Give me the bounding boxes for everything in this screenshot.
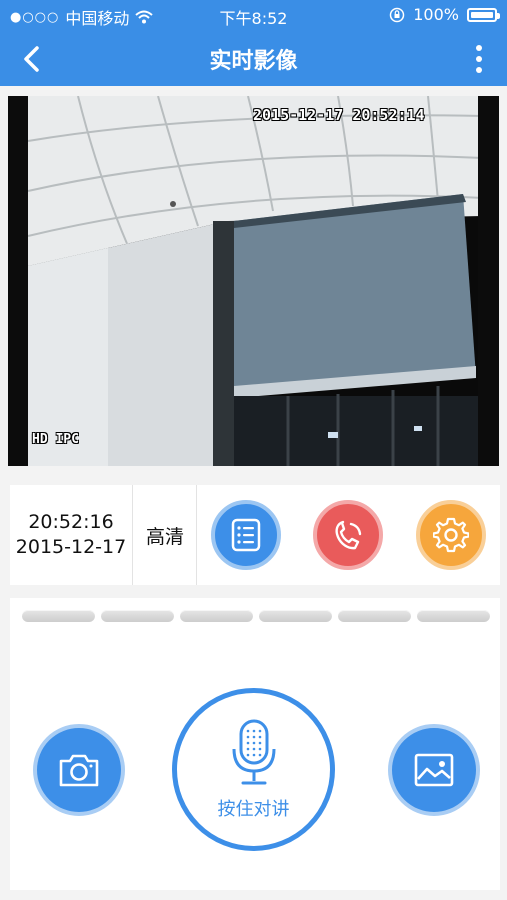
gallery-button[interactable] — [388, 724, 480, 816]
status-right: 100% — [389, 5, 500, 24]
nav-bar: 实时影像 — [0, 30, 507, 86]
camera-icon — [59, 754, 99, 787]
current-date: 2015-12-17 — [15, 536, 127, 558]
control-bar: 20:52:16 2015-12-17 高清 — [10, 485, 500, 585]
talk-panel: 按住对讲 — [10, 598, 500, 890]
channel-tab[interactable] — [22, 610, 95, 622]
page-title: 实时影像 — [209, 49, 298, 74]
video-camera-label: HD IPC — [32, 432, 79, 447]
push-to-talk-button[interactable]: 按住对讲 — [172, 688, 335, 851]
channel-tabs — [22, 610, 490, 622]
call-button[interactable] — [313, 500, 383, 570]
settings-button[interactable] — [416, 500, 486, 570]
record-list-button[interactable] — [211, 500, 281, 570]
list-icon — [231, 518, 261, 552]
battery-percent: 100% — [413, 5, 459, 24]
current-datetime: 20:52:16 2015-12-17 — [10, 485, 132, 585]
image-icon — [414, 753, 454, 787]
divider — [196, 485, 197, 585]
snapshot-button[interactable] — [33, 724, 125, 816]
channel-tab[interactable] — [101, 610, 174, 622]
current-time: 20:52:16 — [28, 511, 114, 533]
gear-icon — [433, 517, 469, 553]
divider — [132, 485, 133, 585]
channel-tab[interactable] — [417, 610, 490, 622]
channel-tab[interactable] — [338, 610, 411, 622]
channel-tab[interactable] — [180, 610, 253, 622]
more-vertical-icon[interactable] — [469, 44, 489, 74]
phone-icon — [335, 520, 362, 550]
video-timestamp: 2015-12-17 20:52:14 — [253, 106, 425, 124]
talk-label: 按住对讲 — [217, 798, 290, 820]
microphone-icon — [232, 719, 275, 784]
live-video[interactable] — [8, 96, 499, 466]
status-bar: ●○○○ 中国移动 下午8:52 100% — [0, 0, 507, 30]
quality-toggle[interactable]: 高清 — [134, 485, 196, 585]
channel-tab[interactable] — [259, 610, 332, 622]
video-frame — [8, 96, 499, 466]
battery-icon — [467, 7, 500, 22]
rotation-lock-icon — [390, 7, 405, 22]
